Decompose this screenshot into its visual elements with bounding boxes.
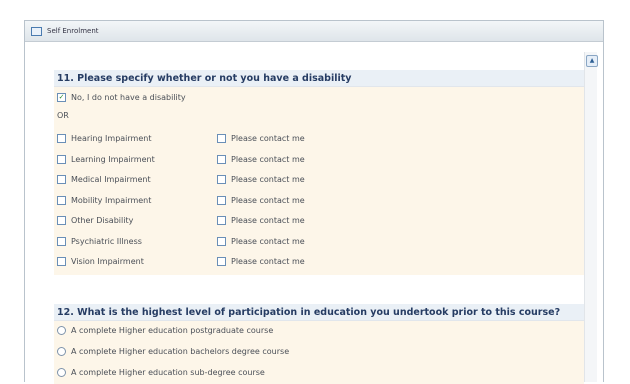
- contact-option[interactable]: Please contact me: [217, 194, 305, 207]
- question-12-heading: 12. What is the highest level of partici…: [54, 304, 584, 321]
- education-option-label: A complete Higher education postgraduate…: [71, 326, 274, 335]
- question-11-panel: 11. Please specify whether or not you ha…: [54, 70, 584, 275]
- impairment-checkbox[interactable]: [57, 134, 66, 143]
- form-content: ▲ 11. Please specify whether or not you …: [25, 42, 603, 384]
- impairment-checkbox[interactable]: [57, 236, 66, 246]
- impairment-option[interactable]: Medical Impairment: [57, 173, 151, 186]
- contact-label: Please contact me: [231, 134, 305, 143]
- contact-checkbox[interactable]: [217, 134, 226, 143]
- contact-label: Please contact me: [231, 236, 305, 246]
- contact-checkbox[interactable]: [217, 216, 226, 225]
- education-option[interactable]: A complete Higher education postgraduate…: [57, 324, 273, 337]
- contact-option[interactable]: Please contact me: [217, 173, 305, 186]
- education-radio[interactable]: [57, 326, 66, 335]
- enrolment-window: Self Enrolment ▲ 11. Please specify whet…: [24, 20, 604, 384]
- education-option[interactable]: A complete Higher education bachelors de…: [57, 345, 289, 358]
- contact-label: Please contact me: [231, 216, 305, 225]
- impairment-label: Psychiatric Illness: [71, 236, 142, 246]
- contact-checkbox[interactable]: [217, 236, 226, 246]
- impairment-label: Medical Impairment: [71, 175, 151, 184]
- window-title: Self Enrolment: [47, 27, 99, 35]
- no-disability-option[interactable]: ✓ No, I do not have a disability: [57, 91, 186, 104]
- impairment-checkbox[interactable]: [57, 257, 66, 266]
- contact-checkbox[interactable]: [217, 154, 226, 164]
- contact-label: Please contact me: [231, 175, 305, 184]
- no-disability-checkbox[interactable]: ✓: [57, 93, 66, 102]
- impairment-option[interactable]: Vision Impairment: [57, 255, 144, 268]
- contact-checkbox[interactable]: [217, 257, 226, 266]
- vertical-scrollbar[interactable]: ▲: [584, 52, 598, 382]
- impairment-option[interactable]: Other Disability: [57, 214, 133, 227]
- contact-option[interactable]: Please contact me: [217, 214, 305, 227]
- contact-option[interactable]: Please contact me: [217, 255, 305, 268]
- no-disability-label: No, I do not have a disability: [71, 93, 186, 102]
- impairment-label: Vision Impairment: [71, 257, 144, 266]
- impairment-label: Other Disability: [71, 216, 134, 225]
- contact-checkbox[interactable]: [217, 175, 226, 184]
- window-titlebar: Self Enrolment: [25, 21, 603, 42]
- impairment-option[interactable]: Mobility Impairment: [57, 194, 151, 207]
- impairment-checkbox[interactable]: [57, 216, 66, 225]
- impairment-checkbox[interactable]: [57, 154, 66, 164]
- education-radio[interactable]: [57, 347, 66, 356]
- contact-checkbox[interactable]: [217, 195, 226, 205]
- impairment-label: Mobility Impairment: [71, 195, 152, 205]
- impairment-option[interactable]: Hearing Impairment: [57, 132, 151, 145]
- contact-option[interactable]: Please contact me: [217, 153, 305, 166]
- contact-label: Please contact me: [231, 195, 305, 205]
- education-radio[interactable]: [57, 368, 66, 377]
- contact-option[interactable]: Please contact me: [217, 235, 305, 248]
- impairment-option[interactable]: Learning Impairment: [57, 153, 155, 166]
- scroll-up-icon[interactable]: ▲: [586, 55, 598, 67]
- education-option-label: A complete Higher education sub-degree c…: [71, 368, 265, 377]
- window-icon: [31, 26, 42, 36]
- impairment-checkbox[interactable]: [57, 175, 66, 184]
- impairment-label: Learning Impairment: [71, 154, 155, 164]
- impairment-option[interactable]: Psychiatric Illness: [57, 235, 142, 248]
- impairment-checkbox[interactable]: [57, 195, 66, 205]
- question-11-heading: 11. Please specify whether or not you ha…: [54, 70, 584, 87]
- question-12-panel: 12. What is the highest level of partici…: [54, 304, 584, 384]
- or-label: OR: [57, 111, 69, 120]
- contact-option[interactable]: Please contact me: [217, 132, 305, 145]
- education-option[interactable]: A complete Higher education sub-degree c…: [57, 366, 265, 379]
- impairment-label: Hearing Impairment: [71, 134, 152, 143]
- contact-label: Please contact me: [231, 257, 305, 266]
- education-option-label: A complete Higher education bachelors de…: [71, 347, 290, 356]
- contact-label: Please contact me: [231, 154, 305, 164]
